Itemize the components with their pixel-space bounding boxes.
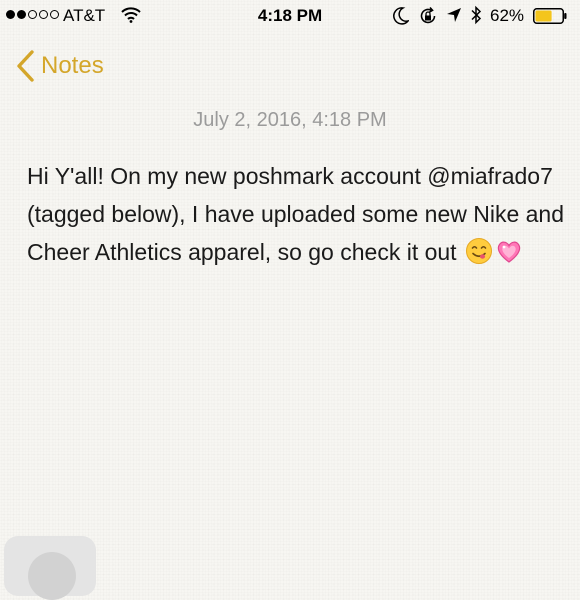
moon-icon xyxy=(393,7,409,25)
note-timestamp: July 2, 2016, 4:18 PM xyxy=(193,109,387,131)
sparkling-heart-emoji-icon xyxy=(495,237,523,276)
location-arrow-icon xyxy=(447,8,461,22)
battery-icon xyxy=(533,8,567,24)
yum-face-emoji-icon xyxy=(465,237,493,276)
chevron-left-icon xyxy=(17,50,34,82)
battery-fill xyxy=(535,10,552,22)
battery-percentage: 62% xyxy=(490,6,525,25)
thumbnail-image-icon xyxy=(28,552,76,600)
attachment-thumbnail[interactable] xyxy=(4,536,96,600)
status-bar: AT&T 4:18 PM 62% xyxy=(0,0,580,34)
bluetooth-icon xyxy=(471,5,482,25)
back-button-label: Notes xyxy=(41,52,104,79)
rotation-lock-icon xyxy=(420,6,436,24)
back-button[interactable]: Notes xyxy=(15,46,104,86)
note-body[interactable]: Hi Y'all! On my new poshmark account @mi… xyxy=(27,157,567,276)
